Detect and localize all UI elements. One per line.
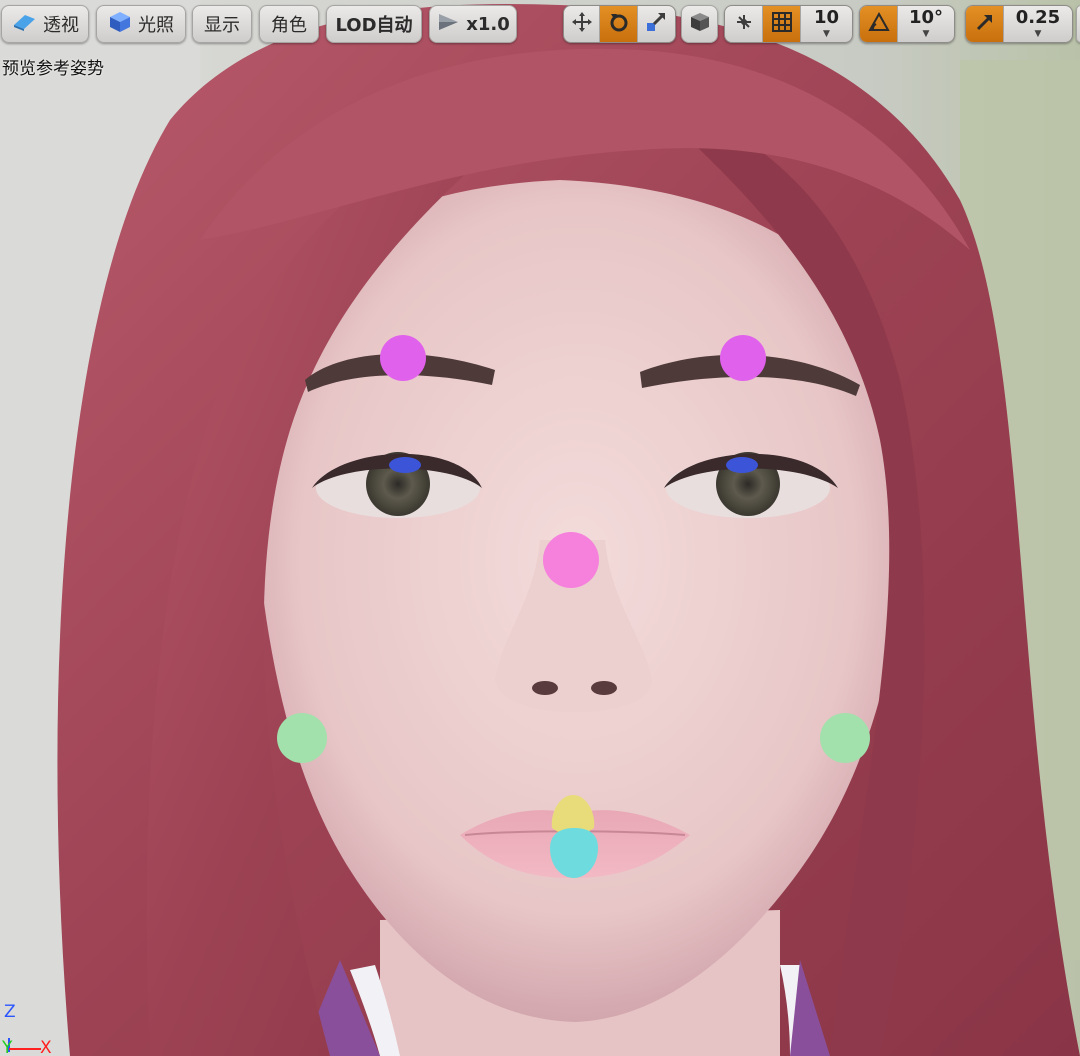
cube-icon	[689, 11, 711, 38]
axis-gizmo: Z Y X	[2, 1000, 62, 1056]
viewport-scene	[0, 0, 1080, 1056]
play-speed-button[interactable]: x1.0	[429, 5, 517, 43]
perspective-button[interactable]: 透视	[1, 5, 89, 43]
nose-bridge-marker	[543, 532, 599, 588]
right-nostril	[591, 681, 617, 695]
axis-x-label: X	[40, 1038, 52, 1056]
axis-y-label: Y	[2, 1038, 13, 1056]
rotation-snap-value-label: 10°	[908, 7, 944, 28]
play-icon	[436, 12, 460, 37]
surface-snap-toggle[interactable]	[725, 6, 763, 42]
lod-label: LOD自动	[335, 15, 413, 36]
surface-snap-icon	[733, 11, 755, 37]
right-cheek-marker	[820, 713, 870, 763]
viewport[interactable]: 透视 光照 显示 角色 LOD自动 x1.0 10 ▼ 10° ▼ 0.25 ▼…	[0, 0, 1080, 1056]
character-label: 角色	[271, 15, 307, 36]
scale-arrow-icon	[974, 11, 996, 37]
rotate-icon	[608, 11, 630, 37]
lighting-button[interactable]: 光照	[96, 5, 186, 43]
angle-icon	[867, 11, 890, 37]
toolbar-overflow-edge[interactable]	[1076, 5, 1080, 43]
left-eye-highlight	[389, 457, 421, 473]
preview-caption: 预览参考姿势	[2, 59, 104, 79]
show-button[interactable]: 显示	[192, 5, 252, 43]
transform-mode-group	[563, 5, 676, 43]
chevron-down-icon: ▼	[1034, 29, 1042, 39]
scale-snap-value-label: 0.25	[1015, 7, 1061, 28]
chevron-down-icon: ▼	[823, 29, 830, 39]
show-label: 显示	[204, 15, 240, 36]
right-eye-highlight	[726, 457, 758, 473]
scale-snap-value[interactable]: 0.25 ▼	[1004, 6, 1072, 42]
left-cheek-marker	[277, 713, 327, 763]
lighting-label: 光照	[138, 15, 174, 36]
scale-tool[interactable]	[638, 6, 675, 42]
cube-lit-icon	[108, 10, 132, 39]
axis-z-label: Z	[4, 1002, 16, 1022]
right-brow-marker	[720, 335, 766, 381]
left-brow-marker	[380, 335, 426, 381]
grid-snap-toggle[interactable]	[763, 6, 801, 42]
left-nostril	[532, 681, 558, 695]
rotation-snap-toggle[interactable]	[860, 6, 898, 42]
perspective-icon	[11, 13, 37, 36]
perspective-label: 透视	[43, 15, 79, 36]
world-local-button[interactable]	[681, 5, 718, 43]
move-icon	[571, 11, 593, 37]
grid-snap-value[interactable]: 10 ▼	[801, 6, 852, 42]
rotation-snap-group: 10° ▼	[859, 5, 955, 43]
play-speed-label: x1.0	[466, 13, 510, 35]
grid-snap-value-label: 10	[813, 7, 840, 28]
grid-snap-group: 10 ▼	[724, 5, 853, 43]
grid-icon	[771, 11, 793, 37]
chevron-down-icon: ▼	[922, 29, 930, 39]
scale-snap-group: 0.25 ▼	[965, 5, 1073, 43]
lod-button[interactable]: LOD自动	[326, 5, 422, 43]
rotate-tool[interactable]	[600, 6, 638, 42]
scale-icon	[645, 11, 667, 37]
rotation-snap-value[interactable]: 10° ▼	[898, 6, 954, 42]
scale-snap-toggle[interactable]	[966, 6, 1004, 42]
character-button[interactable]: 角色	[259, 5, 319, 43]
translate-tool[interactable]	[564, 6, 601, 42]
